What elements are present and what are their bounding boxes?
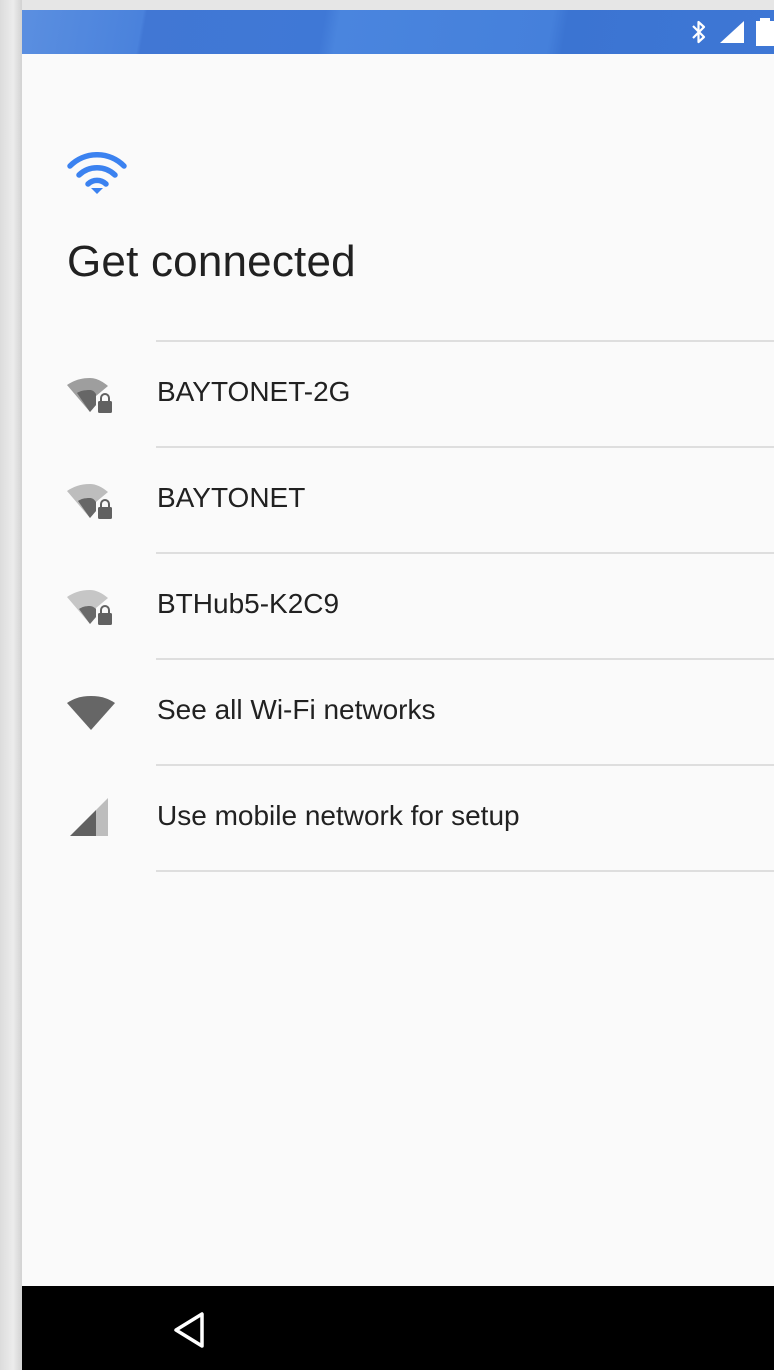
mobile-network-label: Use mobile network for setup <box>157 800 520 831</box>
page-title: Get connected <box>67 237 356 286</box>
network-label: BAYTONET-2G <box>157 376 351 407</box>
network-item-baytonet[interactable]: BAYTONET <box>22 446 774 552</box>
see-all-label: See all Wi-Fi networks <box>157 694 436 725</box>
use-mobile-network[interactable]: Use mobile network for setup <box>22 764 774 870</box>
divider <box>156 658 774 660</box>
divider <box>156 552 774 554</box>
divider <box>156 764 774 766</box>
network-item-bthub5-k2c9[interactable]: BTHub5-K2C9 <box>22 552 774 658</box>
divider <box>156 446 774 448</box>
cellular-signal-icon <box>718 19 746 45</box>
status-bar <box>22 10 774 54</box>
network-label: BTHub5-K2C9 <box>157 588 340 619</box>
back-icon[interactable] <box>168 1308 212 1352</box>
cellular-signal-icon <box>66 796 116 840</box>
wifi-locked-icon <box>66 584 116 628</box>
status-icons <box>690 18 774 46</box>
phone-screen: Get connected BAYTONET-2G BAYTONET BTHub… <box>22 10 774 1370</box>
divider <box>156 340 774 342</box>
bluetooth-icon <box>690 19 708 45</box>
wifi-locked-icon <box>66 478 116 522</box>
wifi-locked-icon <box>66 372 116 416</box>
device-frame-edge <box>0 0 22 1370</box>
wifi-icon <box>66 690 116 734</box>
divider <box>156 870 774 872</box>
navigation-bar <box>22 1286 774 1370</box>
network-item-baytonet-2g[interactable]: BAYTONET-2G <box>22 340 774 446</box>
network-list: BAYTONET-2G BAYTONET BTHub5-K2C9 See all… <box>22 340 774 870</box>
battery-icon <box>756 18 774 46</box>
wifi-icon <box>67 151 127 201</box>
see-all-wifi-networks[interactable]: See all Wi-Fi networks <box>22 658 774 764</box>
network-label: BAYTONET <box>157 482 306 513</box>
